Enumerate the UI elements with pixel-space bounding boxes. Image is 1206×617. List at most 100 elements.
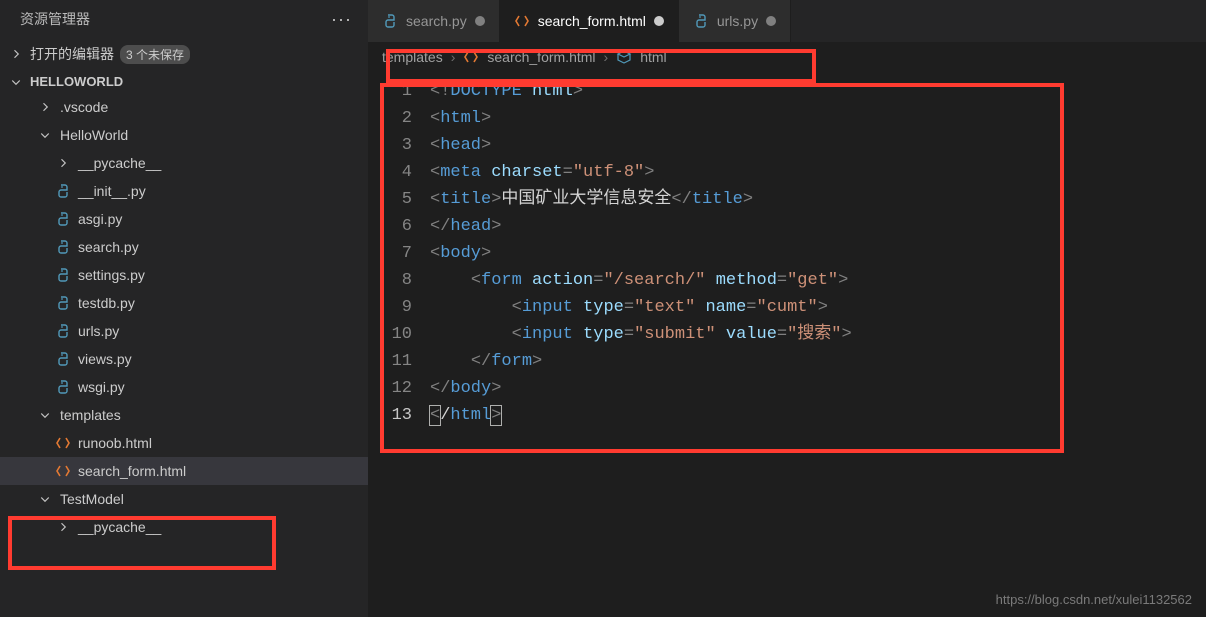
symbol-icon: [616, 49, 632, 65]
tree-item-label: TestModel: [60, 491, 124, 507]
line-number: 12: [368, 375, 412, 402]
explorer-title: 资源管理器: [20, 9, 90, 29]
breadcrumb-part[interactable]: templates: [382, 49, 443, 65]
folder-item[interactable]: HelloWorld: [0, 121, 368, 149]
line-number: 9: [368, 294, 412, 321]
editor-tab[interactable]: search.py: [368, 0, 500, 42]
line-number: 13: [368, 402, 412, 429]
chevron-down-icon: [36, 409, 54, 421]
py-file-icon: [54, 211, 72, 227]
line-number: 5: [368, 186, 412, 213]
code-line[interactable]: </html>: [430, 402, 852, 429]
py-file-icon: [693, 13, 709, 29]
folder-item[interactable]: TestModel: [0, 485, 368, 513]
editor-group: search.py search_form.html urls.py templat…: [368, 0, 1206, 617]
code-line[interactable]: <html>: [430, 105, 852, 132]
dirty-indicator-icon: [766, 16, 776, 26]
folder-item[interactable]: __pycache__: [0, 149, 368, 177]
py-file-icon: [54, 267, 72, 283]
folder-item[interactable]: templates: [0, 401, 368, 429]
tree-item-label: testdb.py: [78, 295, 135, 311]
tree-item-label: HelloWorld: [60, 127, 128, 143]
watermark-text: https://blog.csdn.net/xulei1132562: [996, 592, 1192, 607]
line-number-gutter: 12345678910111213: [368, 72, 430, 617]
code-line[interactable]: <form action="/search/" method="get">: [430, 267, 852, 294]
dirty-indicator-icon: [475, 16, 485, 26]
tree-item-label: templates: [60, 407, 121, 423]
file-item[interactable]: asgi.py: [0, 205, 368, 233]
html-file-icon: [54, 463, 72, 479]
code-line[interactable]: <meta charset="utf-8">: [430, 159, 852, 186]
line-number: 6: [368, 213, 412, 240]
line-number: 10: [368, 321, 412, 348]
line-number: 1: [368, 78, 412, 105]
file-item[interactable]: __init__.py: [0, 177, 368, 205]
workspace-root[interactable]: HELLOWORLD: [0, 70, 368, 93]
folder-item[interactable]: .vscode: [0, 93, 368, 121]
tree-item-label: views.py: [78, 351, 132, 367]
breadcrumb[interactable]: templates › search_form.html › html: [368, 42, 1206, 72]
workspace-name: HELLOWORLD: [30, 74, 123, 89]
file-item[interactable]: wsgi.py: [0, 373, 368, 401]
file-item[interactable]: search.py: [0, 233, 368, 261]
html-file-icon: [54, 435, 72, 451]
tab-label: urls.py: [717, 13, 758, 29]
code-line[interactable]: <input type="submit" value="搜索">: [430, 321, 852, 348]
tree-item-label: search_form.html: [78, 463, 186, 479]
tree-item-label: runoob.html: [78, 435, 152, 451]
editor-tab[interactable]: urls.py: [679, 0, 791, 42]
tree-item-label: settings.py: [78, 267, 145, 283]
code-line[interactable]: <!DOCTYPE html>: [430, 78, 852, 105]
editor-tabs: search.py search_form.html urls.py: [368, 0, 1206, 42]
file-item[interactable]: runoob.html: [0, 429, 368, 457]
chevron-right-icon: [8, 48, 24, 60]
chevron-down-icon: [36, 129, 54, 141]
file-item[interactable]: settings.py: [0, 261, 368, 289]
py-file-icon: [382, 13, 398, 29]
explorer-sidebar: 资源管理器 ··· 打开的编辑器 3 个未保存 HELLOWORLD .vsco…: [0, 0, 368, 617]
chevron-right-icon: ›: [604, 49, 609, 65]
folder-item[interactable]: __pycache__: [0, 513, 368, 541]
more-actions-icon[interactable]: ···: [331, 9, 352, 30]
code-line[interactable]: <title>中国矿业大学信息安全</title>: [430, 186, 852, 213]
py-file-icon: [54, 183, 72, 199]
file-item[interactable]: search_form.html: [0, 457, 368, 485]
file-item[interactable]: urls.py: [0, 317, 368, 345]
chevron-right-icon: [54, 521, 72, 533]
file-item[interactable]: testdb.py: [0, 289, 368, 317]
chevron-down-icon: [36, 493, 54, 505]
tree-item-label: __pycache__: [78, 155, 161, 171]
chevron-right-icon: [36, 101, 54, 113]
dirty-indicator-icon: [654, 16, 664, 26]
explorer-header: 资源管理器 ···: [0, 0, 368, 38]
chevron-right-icon: ›: [451, 49, 456, 65]
html-file-icon: [514, 13, 530, 29]
chevron-right-icon: [54, 157, 72, 169]
html-file-icon: [463, 49, 479, 65]
code-line[interactable]: <input type="text" name="cumt">: [430, 294, 852, 321]
code-line[interactable]: </form>: [430, 348, 852, 375]
tab-label: search.py: [406, 13, 467, 29]
code-line[interactable]: <body>: [430, 240, 852, 267]
code-line[interactable]: </body>: [430, 375, 852, 402]
file-item[interactable]: views.py: [0, 345, 368, 373]
open-editors-section[interactable]: 打开的编辑器 3 个未保存: [0, 38, 368, 70]
file-tree: .vscode HelloWorld __pycache__ __init__.pya…: [0, 93, 368, 541]
breadcrumb-part[interactable]: search_form.html: [487, 49, 595, 65]
code-line[interactable]: <head>: [430, 132, 852, 159]
unsaved-badge: 3 个未保存: [120, 45, 190, 64]
code-content[interactable]: <!DOCTYPE html><html><head><meta charset…: [430, 72, 852, 617]
py-file-icon: [54, 379, 72, 395]
open-editors-label: 打开的编辑器: [30, 44, 114, 64]
chevron-down-icon: [8, 76, 24, 88]
code-line[interactable]: </head>: [430, 213, 852, 240]
py-file-icon: [54, 239, 72, 255]
tree-item-label: __init__.py: [78, 183, 146, 199]
breadcrumb-part[interactable]: html: [640, 49, 666, 65]
line-number: 2: [368, 105, 412, 132]
py-file-icon: [54, 295, 72, 311]
line-number: 8: [368, 267, 412, 294]
line-number: 7: [368, 240, 412, 267]
editor-tab[interactable]: search_form.html: [500, 0, 679, 42]
code-editor[interactable]: 12345678910111213 <!DOCTYPE html><html><…: [368, 72, 1206, 617]
